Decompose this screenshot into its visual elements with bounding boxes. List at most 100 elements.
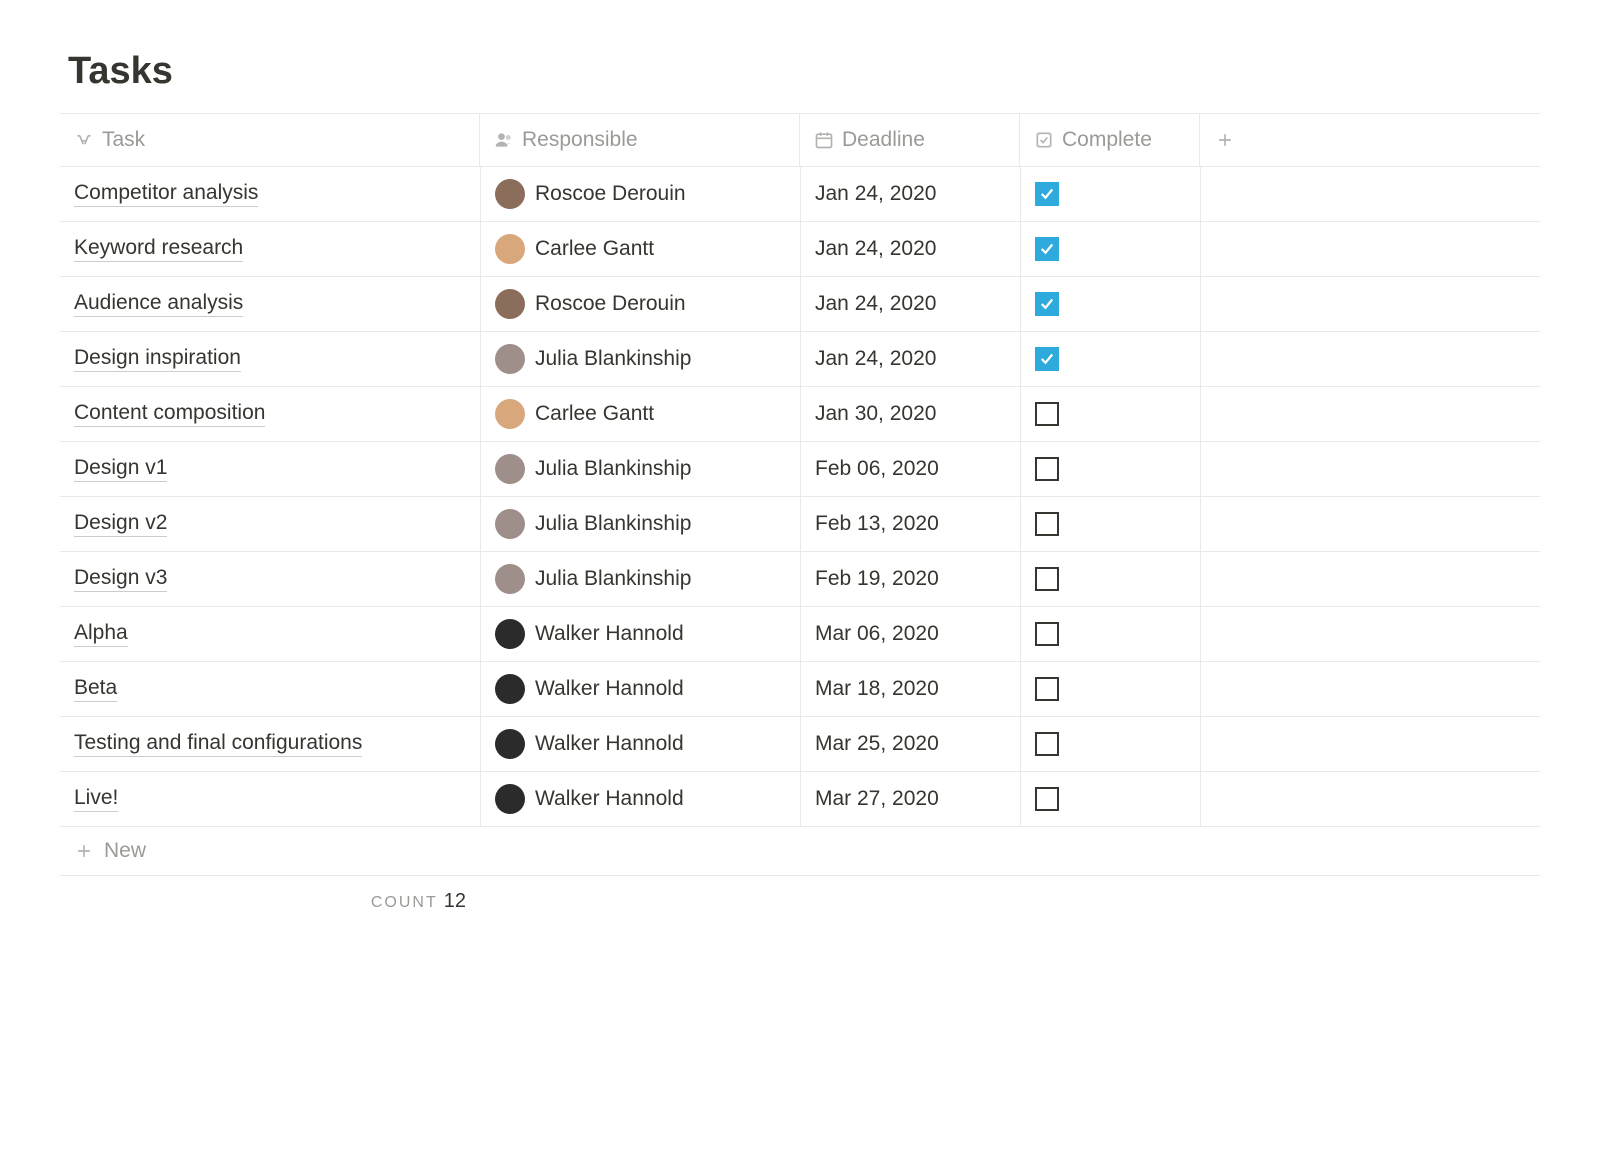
- column-header-responsible[interactable]: Responsible: [480, 114, 800, 166]
- complete-checkbox[interactable]: [1035, 512, 1059, 536]
- deadline-cell[interactable]: Mar 18, 2020: [800, 662, 1020, 716]
- calendar-icon: [814, 130, 834, 150]
- row-trailing-cell: [1200, 222, 1250, 276]
- task-cell[interactable]: Design v2: [60, 497, 480, 551]
- complete-cell[interactable]: [1020, 442, 1200, 496]
- task-cell[interactable]: Beta: [60, 662, 480, 716]
- complete-cell[interactable]: [1020, 167, 1200, 221]
- task-cell[interactable]: Design v1: [60, 442, 480, 496]
- deadline-cell[interactable]: Jan 24, 2020: [800, 167, 1020, 221]
- complete-checkbox[interactable]: [1035, 732, 1059, 756]
- table-row: Competitor analysis Roscoe Derouin Jan 24,…: [60, 167, 1540, 222]
- task-cell[interactable]: Alpha: [60, 607, 480, 661]
- task-title: Competitor analysis: [74, 181, 258, 207]
- row-trailing-cell: [1200, 772, 1250, 826]
- count-summary[interactable]: COUNT 12: [60, 890, 480, 913]
- responsible-cell[interactable]: Roscoe Derouin: [480, 277, 800, 331]
- responsible-cell[interactable]: Julia Blankinship: [480, 442, 800, 496]
- responsible-cell[interactable]: Carlee Gantt: [480, 222, 800, 276]
- complete-cell[interactable]: [1020, 332, 1200, 386]
- responsible-name: Julia Blankinship: [535, 457, 691, 481]
- count-label: COUNT: [371, 894, 438, 912]
- table-row: Beta Walker HannoldMar 18, 2020: [60, 662, 1540, 717]
- responsible-cell[interactable]: Walker Hannold: [480, 772, 800, 826]
- deadline-value: Feb 13, 2020: [815, 512, 939, 536]
- task-title: Beta: [74, 676, 117, 702]
- complete-checkbox[interactable]: [1035, 237, 1059, 261]
- avatar: [495, 729, 525, 759]
- column-header-task[interactable]: Task: [60, 114, 480, 166]
- complete-cell[interactable]: [1020, 222, 1200, 276]
- task-cell[interactable]: Content composition: [60, 387, 480, 441]
- responsible-name: Walker Hannold: [535, 732, 684, 756]
- complete-cell[interactable]: [1020, 772, 1200, 826]
- page-title: Tasks: [68, 50, 1540, 93]
- deadline-cell[interactable]: Jan 24, 2020: [800, 222, 1020, 276]
- complete-cell[interactable]: [1020, 552, 1200, 606]
- task-title: Live!: [74, 786, 118, 812]
- complete-checkbox[interactable]: [1035, 677, 1059, 701]
- complete-checkbox[interactable]: [1035, 402, 1059, 426]
- complete-cell[interactable]: [1020, 717, 1200, 771]
- deadline-cell[interactable]: Feb 19, 2020: [800, 552, 1020, 606]
- new-row-button[interactable]: New: [60, 827, 1540, 876]
- complete-cell[interactable]: [1020, 387, 1200, 441]
- complete-checkbox[interactable]: [1035, 182, 1059, 206]
- checkbox-icon: [1034, 130, 1054, 150]
- deadline-cell[interactable]: Mar 06, 2020: [800, 607, 1020, 661]
- complete-checkbox[interactable]: [1035, 347, 1059, 371]
- complete-cell[interactable]: [1020, 607, 1200, 661]
- task-cell[interactable]: Keyword research: [60, 222, 480, 276]
- deadline-value: Jan 24, 2020: [815, 292, 936, 316]
- deadline-cell[interactable]: Jan 24, 2020: [800, 277, 1020, 331]
- complete-checkbox[interactable]: [1035, 787, 1059, 811]
- task-cell[interactable]: Testing and final configurations: [60, 717, 480, 771]
- task-cell[interactable]: Live!: [60, 772, 480, 826]
- add-column-button[interactable]: [1200, 114, 1250, 166]
- deadline-cell[interactable]: Jan 30, 2020: [800, 387, 1020, 441]
- row-trailing-cell: [1200, 662, 1250, 716]
- task-title: Design v3: [74, 566, 167, 592]
- complete-checkbox[interactable]: [1035, 567, 1059, 591]
- table-row: Design v3 Julia BlankinshipFeb 19, 2020: [60, 552, 1540, 607]
- task-cell[interactable]: Design v3: [60, 552, 480, 606]
- complete-checkbox[interactable]: [1035, 622, 1059, 646]
- avatar: [495, 564, 525, 594]
- responsible-cell[interactable]: Carlee Gantt: [480, 387, 800, 441]
- plus-icon: [74, 841, 94, 861]
- complete-cell[interactable]: [1020, 497, 1200, 551]
- responsible-cell[interactable]: Walker Hannold: [480, 717, 800, 771]
- task-cell[interactable]: Design inspiration: [60, 332, 480, 386]
- deadline-cell[interactable]: Feb 06, 2020: [800, 442, 1020, 496]
- task-cell[interactable]: Competitor analysis: [60, 167, 480, 221]
- text-icon: [74, 130, 94, 150]
- row-trailing-cell: [1200, 717, 1250, 771]
- table-row: Audience analysis Roscoe Derouin Jan 24, 2…: [60, 277, 1540, 332]
- responsible-name: Roscoe Derouin: [535, 292, 686, 316]
- column-header-complete[interactable]: Complete: [1020, 114, 1200, 166]
- responsible-cell[interactable]: Roscoe Derouin: [480, 167, 800, 221]
- new-row-label: New: [104, 839, 146, 863]
- responsible-cell[interactable]: Walker Hannold: [480, 662, 800, 716]
- task-cell[interactable]: Audience analysis: [60, 277, 480, 331]
- deadline-cell[interactable]: Feb 13, 2020: [800, 497, 1020, 551]
- complete-checkbox[interactable]: [1035, 292, 1059, 316]
- column-header-label: Task: [102, 128, 145, 152]
- deadline-value: Jan 24, 2020: [815, 182, 936, 206]
- responsible-name: Roscoe Derouin: [535, 182, 686, 206]
- column-header-label: Complete: [1062, 128, 1152, 152]
- complete-cell[interactable]: [1020, 662, 1200, 716]
- column-header-deadline[interactable]: Deadline: [800, 114, 1020, 166]
- responsible-cell[interactable]: Julia Blankinship: [480, 552, 800, 606]
- complete-cell[interactable]: [1020, 277, 1200, 331]
- column-header-label: Deadline: [842, 128, 925, 152]
- row-trailing-cell: [1200, 607, 1250, 661]
- responsible-cell[interactable]: Walker Hannold: [480, 607, 800, 661]
- row-trailing-cell: [1200, 497, 1250, 551]
- responsible-cell[interactable]: Julia Blankinship: [480, 332, 800, 386]
- complete-checkbox[interactable]: [1035, 457, 1059, 481]
- deadline-cell[interactable]: Jan 24, 2020: [800, 332, 1020, 386]
- responsible-cell[interactable]: Julia Blankinship: [480, 497, 800, 551]
- deadline-cell[interactable]: Mar 25, 2020: [800, 717, 1020, 771]
- deadline-cell[interactable]: Mar 27, 2020: [800, 772, 1020, 826]
